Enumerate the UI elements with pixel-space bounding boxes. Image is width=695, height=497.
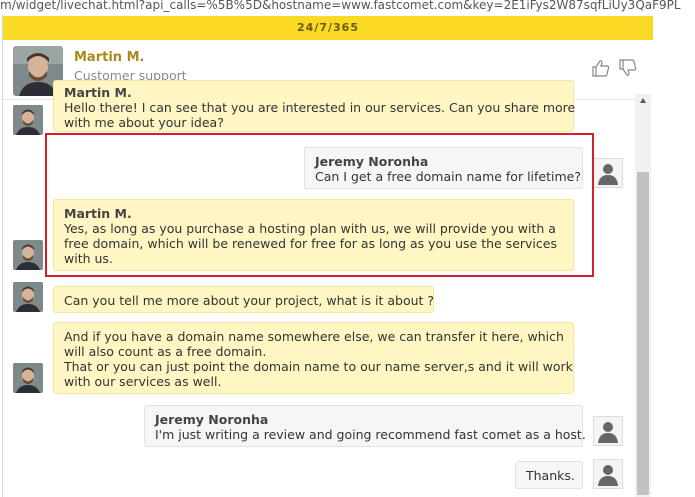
message-text: I'm just writing a review and going reco… — [155, 427, 586, 442]
agent-message: Can you tell me more about your project,… — [53, 286, 434, 313]
user-message: Jeremy Noronha I'm just writing a review… — [144, 405, 586, 447]
user-avatar — [593, 416, 623, 446]
message-author: Jeremy Noronha — [155, 412, 269, 427]
message-author: Martin M. — [64, 85, 132, 100]
agent-avatar — [13, 240, 43, 270]
thumbs-up-icon — [592, 60, 610, 77]
message-text: will also count as a free domain. — [64, 344, 267, 359]
agent-message: Martin M. Hello there! I can see that yo… — [53, 80, 576, 132]
agent-message: And if you have a domain name somewhere … — [53, 322, 574, 394]
message-text: Can you tell me more about your project,… — [64, 293, 435, 308]
agent-name: Martin M. — [74, 50, 145, 65]
scroll-thumb[interactable] — [637, 172, 649, 495]
browser-url-bar[interactable]: m/widget/livechat.html?api_calls=%5B%5D&… — [0, 0, 695, 14]
agent-avatar — [13, 363, 43, 393]
agent-avatar-image — [13, 240, 43, 270]
message-text: Thanks. — [526, 468, 575, 483]
user-avatar-icon — [598, 422, 618, 443]
user-avatar-icon — [598, 164, 618, 185]
message-text: with our services as well. — [64, 374, 222, 389]
message-text: And if you have a domain name somewhere … — [64, 329, 564, 344]
chat-scrollbar[interactable] — [635, 94, 651, 497]
message-text: That or you can just point the domain na… — [64, 359, 573, 374]
user-message: Thanks. — [515, 461, 583, 489]
message-text: Hello there! I can see that you are inte… — [64, 100, 576, 115]
agent-avatar — [13, 105, 43, 135]
url-text: m/widget/livechat.html?api_calls=%5B%5D&… — [0, 0, 681, 12]
user-avatar — [593, 459, 623, 489]
highlight-box — [45, 133, 594, 277]
agent-avatar-image — [13, 282, 43, 312]
user-avatar — [593, 158, 623, 188]
agent-avatar-image — [13, 363, 43, 393]
availability-text: 24/7/365 — [297, 21, 359, 34]
thumbs-up-button[interactable] — [591, 58, 611, 78]
scroll-up-arrow-icon[interactable] — [640, 98, 646, 103]
user-avatar-icon — [598, 465, 618, 486]
availability-bar: 24/7/365 — [3, 16, 653, 40]
thumbs-down-icon — [619, 59, 637, 76]
thumbs-down-button[interactable] — [618, 58, 638, 78]
agent-avatar-image — [13, 105, 43, 135]
agent-avatar — [13, 282, 43, 312]
message-text: with me about your idea? — [64, 115, 224, 130]
